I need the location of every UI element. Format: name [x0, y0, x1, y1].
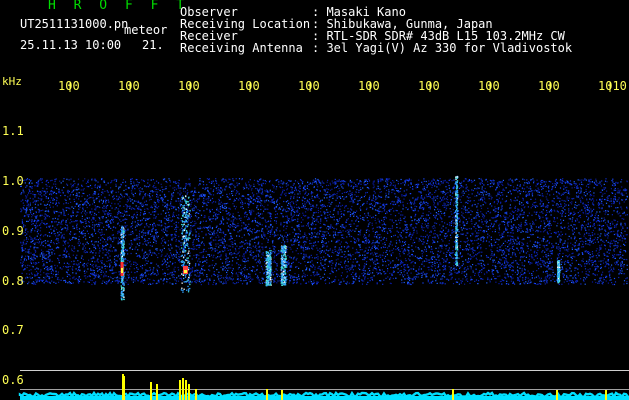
- x-tick-marks: [69, 82, 611, 92]
- x-tick: 100: [118, 79, 140, 93]
- meteor-echoes: [120, 175, 561, 301]
- meteor-count: 21.: [142, 38, 164, 52]
- signal-floor: [20, 396, 629, 400]
- echo-core: [121, 268, 123, 273]
- y-tick: 0.9: [2, 224, 24, 238]
- app-title: H R O F F T: [48, 0, 190, 13]
- spectrogram-plot: [18, 82, 629, 400]
- y-tick: 0.8: [2, 274, 24, 288]
- antenna-label: Receiving Antenna: [180, 41, 303, 55]
- file-name: UT2511131000.pn: [20, 17, 129, 31]
- noise-band: [20, 178, 629, 286]
- antenna-value: : 3el Yagi(V) Az 330 for Vladivostok: [312, 41, 573, 55]
- y-tick: 0.7: [2, 323, 24, 337]
- meteor-label: meteor: [124, 23, 168, 37]
- x-tick: 100: [358, 79, 380, 93]
- x-tick: 100: [178, 79, 200, 93]
- x-tick: 100: [418, 79, 440, 93]
- x-tick: 100: [298, 79, 320, 93]
- x-tick: 100: [538, 79, 560, 93]
- x-tick: 1010: [598, 79, 627, 93]
- timestamp: 25.11.13 10:00: [20, 38, 122, 52]
- y-tick: 1.0: [2, 174, 24, 188]
- x-tick: 100: [238, 79, 260, 93]
- spectrogram-window: H R O F F T UT2511131000.pn meteor 25.11…: [0, 0, 629, 400]
- y-tick: 1.1: [2, 124, 24, 138]
- y-axis-unit: kHz: [2, 75, 22, 88]
- echo-core: [184, 270, 187, 273]
- y-tick: 0.6: [2, 373, 24, 387]
- x-tick: 100: [478, 79, 500, 93]
- x-tick: 100: [58, 79, 80, 93]
